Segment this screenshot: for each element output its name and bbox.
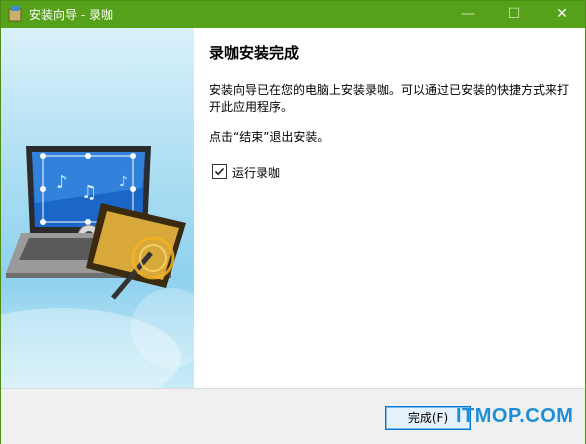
minimize-button[interactable]: —	[445, 1, 491, 28]
wizard-banner-image: ♪ ♫ ♪	[1, 28, 194, 388]
wizard-footer: 完成(F) ITMOP.COM	[1, 388, 585, 444]
finish-hint: 点击“结束”退出安装。	[209, 130, 330, 144]
title-bar[interactable]: 安装向导 - 录咖 — ☐ ✕	[1, 1, 585, 28]
laptop-illustration: ♪ ♫ ♪	[1, 146, 194, 388]
maximize-button[interactable]: ☐	[491, 1, 537, 28]
svg-text:♪: ♪	[56, 172, 68, 193]
installer-window: 安装向导 - 录咖 — ☐ ✕ ♪ ♫ ♪ 录咖安装完成 安装向导已在您的电脑上…	[0, 0, 586, 444]
wizard-content-panel: 录咖安装完成 安装向导已在您的电脑上安装录咖。可以通过已安装的快捷方式来打开此应…	[194, 28, 585, 388]
window-title: 安装向导 - 录咖	[29, 8, 113, 22]
run-app-checkbox[interactable]	[212, 164, 227, 179]
page-title: 录咖安装完成	[209, 44, 300, 62]
run-app-label[interactable]: 运行录咖	[232, 164, 280, 181]
svg-text:♪: ♪	[119, 174, 128, 190]
watermark-logo: ITMOP.COM	[456, 405, 574, 427]
completion-description: 安装向导已在您的电脑上安装录咖。可以通过已安装的快捷方式来打开此应用程序。	[209, 83, 570, 114]
app-icon	[8, 6, 22, 22]
svg-text:♫: ♫	[81, 182, 97, 203]
checkmark-icon	[214, 167, 225, 176]
close-button[interactable]: ✕	[539, 1, 585, 28]
